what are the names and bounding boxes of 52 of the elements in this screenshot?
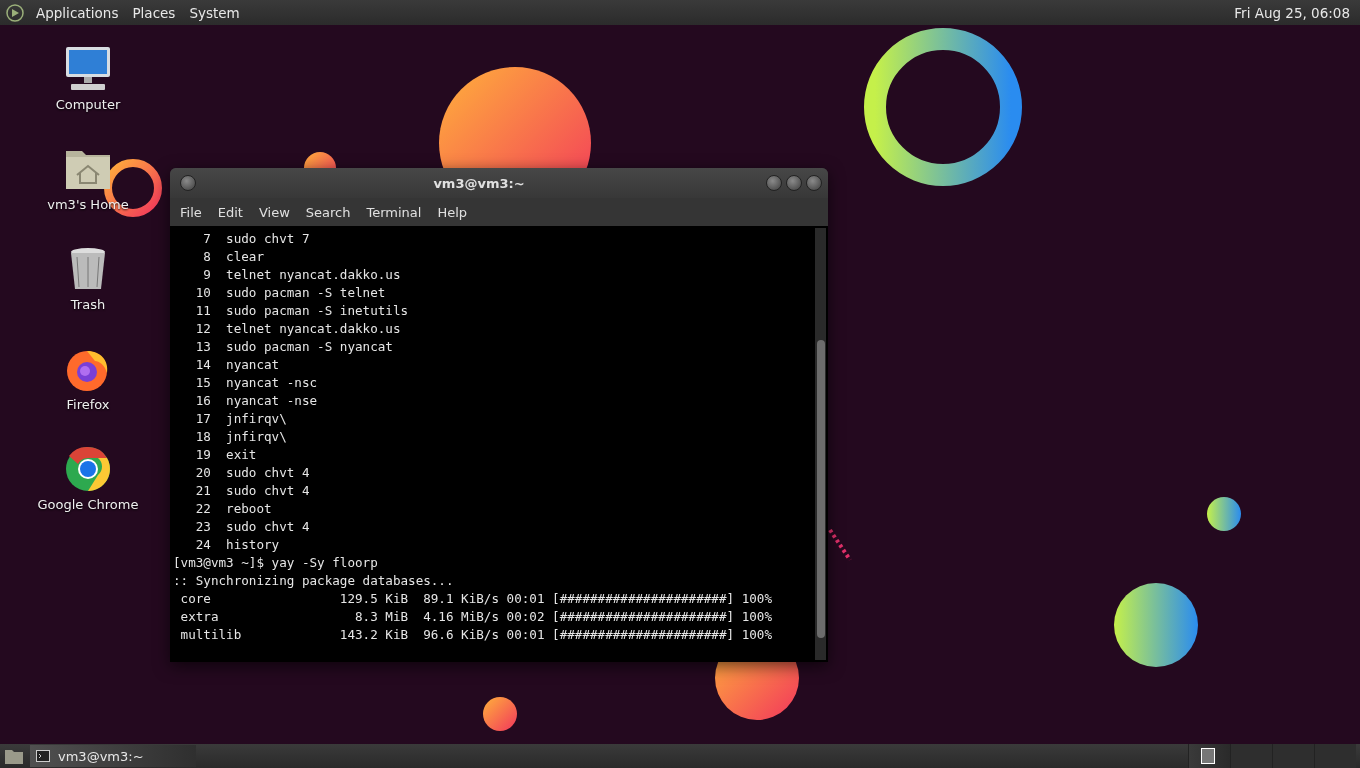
terminal-line: 9 telnet nyancat.dakko.us [202,266,402,284]
terminal-line: 20 sudo chvt 4 [194,464,311,482]
menu-item[interactable]: View [252,204,296,220]
menu-item[interactable]: Help [431,204,474,220]
terminal-line: core 129.5 KiB 89.1 KiB/s 00:01 [######################] 100% [179,590,773,608]
window-title: vm3@vm3:~ [432,175,526,191]
clock[interactable]: Fri Aug 25, 06:08 [1234,4,1354,21]
maximize-button[interactable] [786,175,802,191]
panel-menu[interactable]: System [187,4,242,21]
terminal-line: 23 sudo chvt 4 [194,518,311,536]
terminal-line: 13 sudo pacman -S nyancat [194,338,394,356]
window-menu-button[interactable] [180,175,196,191]
panel-menu[interactable]: Places [130,4,178,21]
terminal-line: multilib 143.2 KiB 96.6 KiB/s 00:01 [######################] 100% [179,626,773,644]
terminal-line: 24 history [194,536,281,554]
terminal-line: extra 8.3 MiB 4.16 MiB/s 00:02 [######################] 100% [179,608,773,626]
taskbar-button[interactable]: vm3@vm3:~ [30,745,196,767]
desktop-icon-label[interactable]: Trash [70,297,106,312]
menu-item[interactable]: Search [299,204,357,220]
scrollbar[interactable] [815,228,826,660]
menu-item[interactable]: Terminal [360,204,428,220]
terminal-line: 15 nyancat -nsc [194,374,319,392]
menu-item[interactable]: Edit [211,204,249,220]
terminal-line: :: Synchronizing package databases... [173,572,455,590]
desktop-icon-label[interactable]: Google Chrome [37,497,139,512]
minimize-button[interactable] [766,175,782,191]
terminal-line: 19 exit [194,446,258,464]
terminal-icon [36,750,50,762]
desktop-icon-label[interactable]: Computer [55,97,121,112]
terminal-line: [vm3@vm3 ~]$ yay -Sy floorp [173,554,379,572]
terminal-line: 16 nyancat -nse [194,392,319,410]
terminal-line: 14 nyancat [194,356,281,374]
terminal-line: 10 sudo pacman -S telnet [194,284,387,302]
terminal-line: 17 jnfirqv\ [194,410,288,428]
window-thumbnail [1201,748,1215,764]
logo-icon[interactable] [6,3,24,22]
terminal-line: 21 sudo chvt 4 [194,482,311,500]
panel-menu[interactable]: Applications [34,4,121,21]
terminal-line: 22 reboot [194,500,273,518]
menu-item[interactable]: File [174,204,208,220]
close-button[interactable] [806,175,822,191]
terminal-line: 11 sudo pacman -S inetutils [194,302,410,320]
show-desktop-icon[interactable] [4,747,24,765]
desktop-icon-label[interactable]: Firefox [66,397,110,412]
workspace-button[interactable] [1188,744,1230,768]
terminal-line: 8 clear [202,248,265,266]
terminal-line: 12 telnet nyancat.dakko.us [194,320,402,338]
monitor-icon [63,45,113,93]
chrome-icon [63,445,113,493]
scrollbar-thumb[interactable] [816,340,825,638]
terminal-line: 7 sudo chvt 7 [202,230,311,248]
terminal-line: 18 jnfirqv\ [194,428,288,446]
